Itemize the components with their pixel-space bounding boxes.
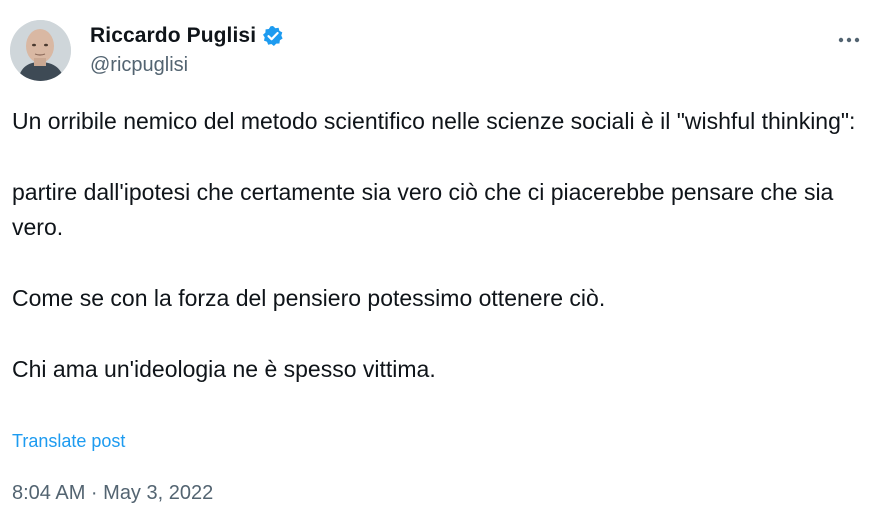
- avatar[interactable]: [10, 20, 71, 81]
- author-names: Riccardo Puglisi @ricpuglisi: [90, 22, 284, 77]
- tweet-paragraph-3: Come se con la forza del pensiero potess…: [12, 285, 606, 311]
- verified-badge-icon[interactable]: [262, 25, 284, 47]
- display-name-row: Riccardo Puglisi: [90, 22, 284, 50]
- author-handle[interactable]: @ricpuglisi: [90, 54, 284, 77]
- tweet-paragraph-1: Un orribile nemico del metodo scientific…: [12, 108, 856, 134]
- tweet-text: Un orribile nemico del metodo scientific…: [12, 104, 880, 387]
- tweet-timestamp[interactable]: 8:04 AM · May 3, 2022: [12, 482, 213, 505]
- tweet-paragraph-2: partire dall'ipotesi che certamente sia …: [12, 179, 834, 240]
- more-options-button[interactable]: [834, 30, 864, 50]
- display-name[interactable]: Riccardo Puglisi: [90, 24, 256, 48]
- tweet-header: Riccardo Puglisi @ricpuglisi: [10, 18, 878, 82]
- avatar-image: [10, 20, 71, 81]
- tweet-paragraph-4: Chi ama un'ideologia ne è spesso vittima…: [12, 356, 436, 382]
- more-horizontal-icon: [838, 37, 860, 43]
- translate-post-link[interactable]: Translate post: [12, 431, 125, 452]
